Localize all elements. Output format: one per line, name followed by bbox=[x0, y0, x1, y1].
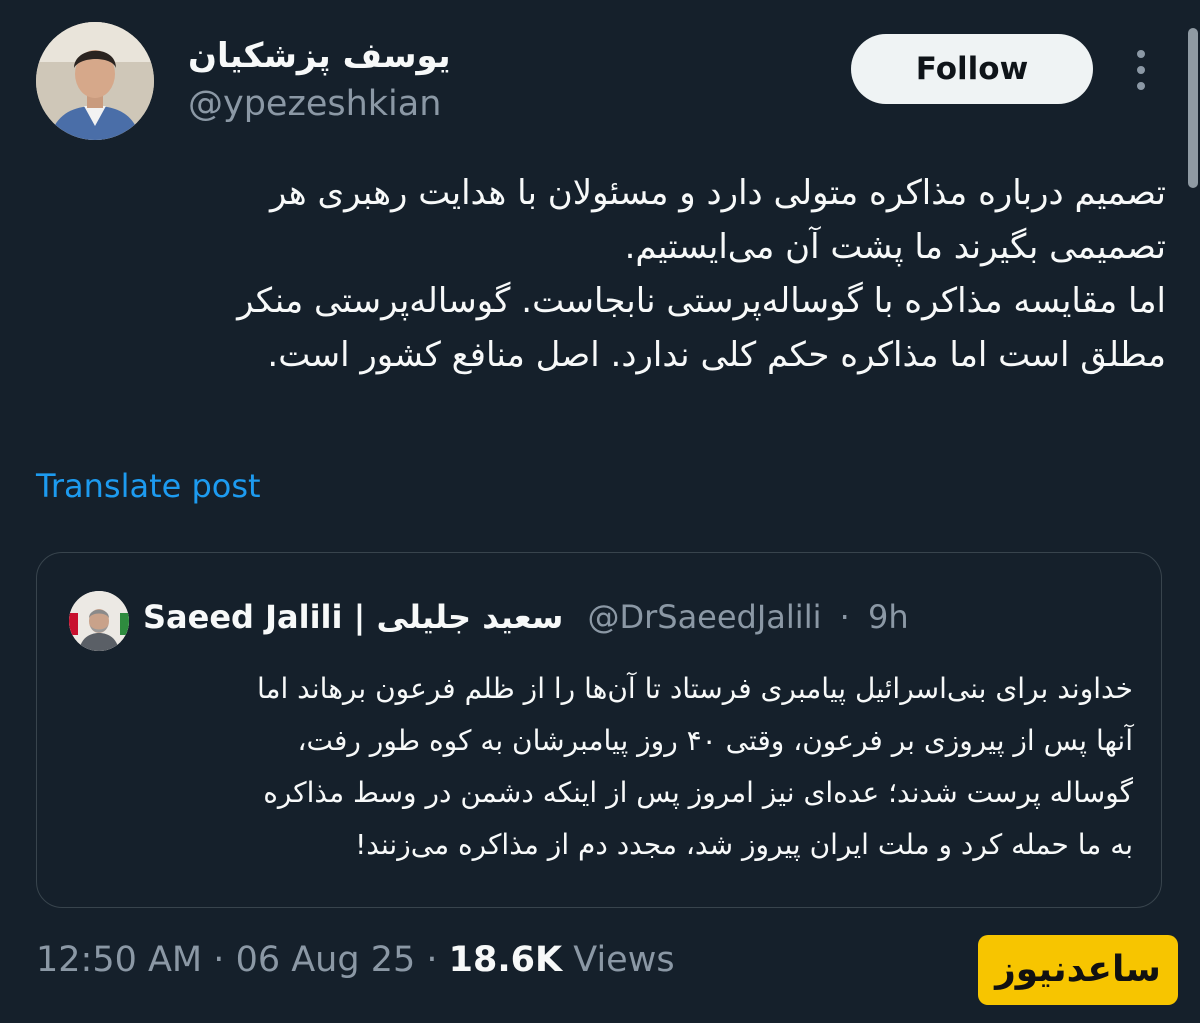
author-avatar[interactable] bbox=[36, 22, 154, 140]
post-text: تصمیم درباره مذاکره متولی دارد و مسئولان… bbox=[36, 166, 1166, 382]
views-label: Views bbox=[573, 940, 675, 980]
meta-separator: · bbox=[213, 940, 225, 980]
watermark-logo: ساعدنیوز bbox=[978, 935, 1178, 1005]
author-display-name[interactable]: یوسف پزشکیان bbox=[188, 28, 488, 84]
scrollbar[interactable] bbox=[1188, 28, 1198, 188]
post-line: اما مقایسه مذاکره با گوساله‌پرستی نابجاس… bbox=[237, 281, 1166, 321]
author-handle[interactable]: @ypezeshkian bbox=[188, 78, 441, 130]
meta-separator: · bbox=[426, 940, 438, 980]
quote-line: به ما حمله کرد و ملت ایران پیروز شد، مجد… bbox=[355, 828, 1133, 861]
translate-post-link[interactable]: Translate post bbox=[36, 462, 261, 510]
quote-line: گوساله پرست شدند؛ عده‌ای نیز امروز پس از… bbox=[263, 776, 1133, 809]
author-avatar-image bbox=[36, 22, 154, 140]
quote-author-avatar[interactable] bbox=[69, 591, 129, 651]
views-count[interactable]: 18.6K bbox=[449, 940, 562, 980]
quote-author-name[interactable]: Saeed Jalili | سعید جلیلی bbox=[143, 598, 563, 636]
post-line: مطلق است اما مذاکره حکم کلی ندارد. اصل م… bbox=[267, 335, 1166, 375]
quote-header: Saeed Jalili | سعید جلیلی @DrSaeedJalili… bbox=[143, 591, 909, 643]
post-meta: 12:50 AM · 06 Aug 25 · 18.6K Views bbox=[36, 934, 675, 986]
quote-time[interactable]: 9h bbox=[868, 598, 909, 636]
quote-author-avatar-image bbox=[69, 591, 129, 651]
quote-text: خداوند برای بنی‌اسرائیل پیامبری فرستاد ت… bbox=[67, 663, 1133, 871]
follow-button[interactable]: Follow bbox=[851, 34, 1093, 104]
post-line: تصمیم درباره مذاکره متولی دارد و مسئولان… bbox=[269, 173, 1166, 213]
post-time[interactable]: 12:50 AM bbox=[36, 940, 202, 980]
more-vertical-icon[interactable] bbox=[1126, 46, 1156, 94]
post-line: تصمیمی بگیرند ما پشت آن می‌ایستیم. bbox=[624, 227, 1166, 267]
quote-separator: · bbox=[839, 598, 850, 636]
post-date[interactable]: 06 Aug 25 bbox=[236, 940, 416, 980]
quote-line: آنها پس از پیروزی بر فرعون، وقتی ۴۰ روز … bbox=[297, 724, 1133, 757]
quote-author-handle[interactable]: @DrSaeedJalili bbox=[587, 598, 821, 636]
quoted-post-card[interactable]: Saeed Jalili | سعید جلیلی @DrSaeedJalili… bbox=[36, 552, 1162, 908]
quote-line: خداوند برای بنی‌اسرائیل پیامبری فرستاد ت… bbox=[256, 672, 1133, 705]
